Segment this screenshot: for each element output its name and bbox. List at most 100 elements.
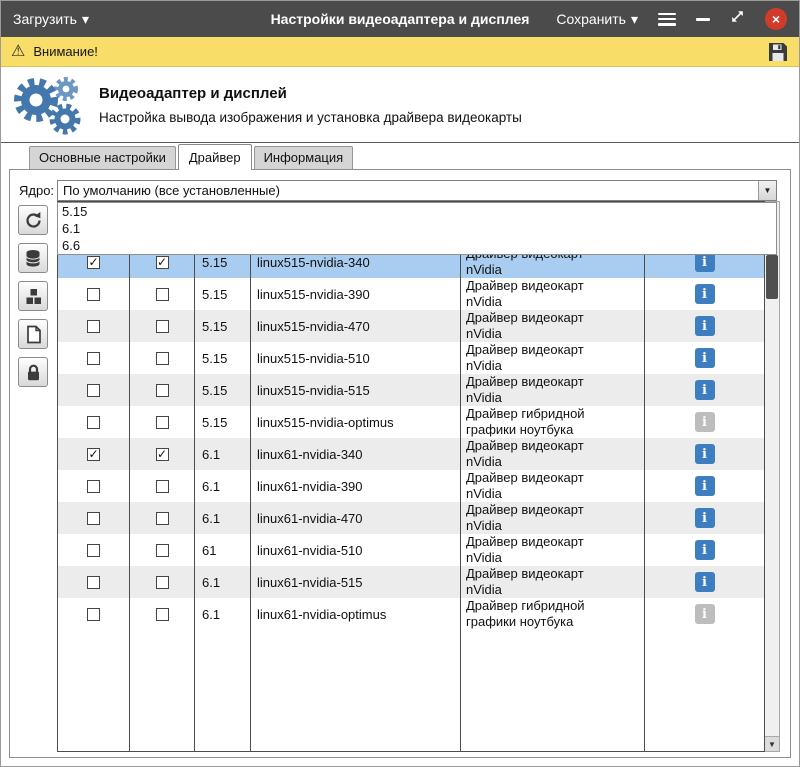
driver-table: ✓ ✓ 5.15 linux515-nvidia-340 Драйвер вид…	[57, 201, 765, 752]
kernel-select-value: По умолчанию (все установленные)	[58, 181, 758, 200]
table-row[interactable]: 6.1 linux61-nvidia-390 Драйвер видеокарт…	[58, 470, 764, 502]
driver-name-cell: linux61-nvidia-390	[251, 470, 461, 502]
driver-checkbox[interactable]: ✓	[156, 448, 169, 461]
driver-panel: Ядро: По умолчанию (все установленные) ▼…	[9, 169, 791, 758]
driver-checkbox[interactable]	[156, 480, 169, 493]
info-button: i	[695, 604, 715, 624]
driver-checkbox[interactable]	[87, 288, 100, 301]
load-button[interactable]: Загрузить ▾	[13, 11, 89, 28]
checkbox-cell-2: ✓	[130, 438, 195, 470]
driver-checkbox[interactable]	[156, 576, 169, 589]
driver-checkbox[interactable]	[87, 576, 100, 589]
info-button[interactable]: i	[695, 540, 715, 560]
kernel-version-cell: 5.15	[195, 342, 251, 374]
info-button[interactable]: i	[695, 444, 715, 464]
scrollbar-thumb[interactable]	[766, 255, 778, 299]
driver-description-cell: Драйвер видеокарт nVidia	[461, 342, 645, 374]
driver-description-cell: Драйвер видеокарт nVidia	[461, 278, 645, 310]
info-button[interactable]: i	[695, 348, 715, 368]
driver-checkbox[interactable]	[156, 384, 169, 397]
driver-checkbox[interactable]	[156, 512, 169, 525]
driver-name-cell: linux61-nvidia-optimus	[251, 598, 461, 630]
driver-checkbox[interactable]	[156, 608, 169, 621]
driver-checkbox[interactable]	[156, 288, 169, 301]
checkbox-cell-1	[58, 406, 130, 438]
table-row[interactable]: 6.1 linux61-nvidia-470 Драйвер видеокарт…	[58, 502, 764, 534]
minimize-button[interactable]	[696, 18, 710, 21]
driver-checkbox[interactable]	[87, 384, 100, 397]
expand-button[interactable]	[730, 9, 745, 29]
database-button[interactable]	[18, 243, 48, 273]
driver-checkbox[interactable]: ✓	[87, 448, 100, 461]
scroll-down-button[interactable]: ▼	[765, 736, 779, 751]
driver-checkbox[interactable]	[87, 352, 100, 365]
driver-checkbox[interactable]: ✓	[87, 256, 100, 269]
kernel-option[interactable]: 6.6	[58, 237, 776, 254]
kernel-option[interactable]: 5.15	[58, 203, 776, 220]
driver-description-cell: Драйвер гибридной графики ноутбука	[461, 406, 645, 438]
info-button[interactable]: i	[695, 316, 715, 336]
checkbox-cell-2	[130, 502, 195, 534]
close-button[interactable]: ×	[765, 8, 787, 30]
driver-checkbox[interactable]	[156, 416, 169, 429]
info-button[interactable]: i	[695, 572, 715, 592]
checkbox-cell-1: ✓	[58, 438, 130, 470]
kernel-version-cell: 6.1	[195, 502, 251, 534]
table-row[interactable]: 6.1 linux61-nvidia-optimus Драйвер гибри…	[58, 598, 764, 630]
tab-basic-settings[interactable]: Основные настройки	[29, 146, 176, 169]
checkbox-cell-1	[58, 470, 130, 502]
info-button[interactable]: i	[695, 476, 715, 496]
table-row[interactable]: ✓ ✓ 6.1 linux61-nvidia-340 Драйвер видео…	[58, 438, 764, 470]
driver-description-cell: Драйвер видеокарт nVidia	[461, 470, 645, 502]
info-cell: i	[645, 406, 764, 438]
driver-checkbox[interactable]	[156, 320, 169, 333]
driver-name-cell: linux61-nvidia-340	[251, 438, 461, 470]
table-row[interactable]: 6.1 linux61-nvidia-515 Драйвер видеокарт…	[58, 566, 764, 598]
table-row[interactable]: 5.15 linux515-nvidia-optimus Драйвер гиб…	[58, 406, 764, 438]
vertical-scrollbar[interactable]: ▼	[765, 201, 780, 752]
table-row[interactable]: 5.15 linux515-nvidia-515 Драйвер видеока…	[58, 374, 764, 406]
refresh-button[interactable]	[18, 205, 48, 235]
checkbox-cell-1	[58, 566, 130, 598]
kernel-version-cell: 5.15	[195, 406, 251, 438]
driver-description-cell: Драйвер видеокарт nVidia	[461, 310, 645, 342]
info-button[interactable]: i	[695, 508, 715, 528]
document-button[interactable]	[18, 319, 48, 349]
driver-checkbox[interactable]	[87, 608, 100, 621]
driver-checkbox[interactable]	[156, 352, 169, 365]
table-row[interactable]: 5.15 linux515-nvidia-470 Драйвер видеока…	[58, 310, 764, 342]
kernel-option[interactable]: 6.1	[58, 220, 776, 237]
info-cell: i	[645, 310, 764, 342]
driver-checkbox[interactable]	[87, 512, 100, 525]
table-row[interactable]: 5.15 linux515-nvidia-390 Драйвер видеока…	[58, 278, 764, 310]
tab-information[interactable]: Информация	[254, 146, 354, 169]
kernel-version-cell: 6.1	[195, 470, 251, 502]
kernel-version-cell: 5.15	[195, 374, 251, 406]
checkbox-cell-2	[130, 566, 195, 598]
driver-checkbox[interactable]: ✓	[156, 256, 169, 269]
driver-name-cell: linux515-nvidia-390	[251, 278, 461, 310]
driver-checkbox[interactable]	[87, 416, 100, 429]
table-row[interactable]: 61 linux61-nvidia-510 Драйвер видеокарт …	[58, 534, 764, 566]
tab-bar: Основные настройки Драйвер Информация	[1, 143, 799, 169]
tab-driver[interactable]: Драйвер	[178, 144, 252, 170]
info-button[interactable]: i	[695, 284, 715, 304]
warning-bar: ⚠ Внимание!	[1, 37, 799, 67]
driver-checkbox[interactable]	[156, 544, 169, 557]
driver-checkbox[interactable]	[87, 544, 100, 557]
driver-checkbox[interactable]	[87, 320, 100, 333]
info-button[interactable]: i	[695, 252, 715, 272]
lock-button[interactable]	[18, 357, 48, 387]
floppy-icon	[767, 41, 789, 63]
info-button[interactable]: i	[695, 380, 715, 400]
driver-checkbox[interactable]	[87, 480, 100, 493]
driver-description-cell: Драйвер гибридной графики ноутбука	[461, 598, 645, 630]
page-title: Видеоадаптер и дисплей	[99, 85, 522, 102]
packages-button[interactable]	[18, 281, 48, 311]
app-window: Загрузить ▾ Настройки видеоадаптера и ди…	[0, 0, 800, 767]
save-button[interactable]: Сохранить ▾	[556, 11, 638, 28]
save-file-button[interactable]	[767, 41, 789, 63]
kernel-select[interactable]: По умолчанию (все установленные) ▼	[57, 180, 777, 201]
menu-button[interactable]	[658, 13, 676, 26]
table-row[interactable]: 5.15 linux515-nvidia-510 Драйвер видеока…	[58, 342, 764, 374]
